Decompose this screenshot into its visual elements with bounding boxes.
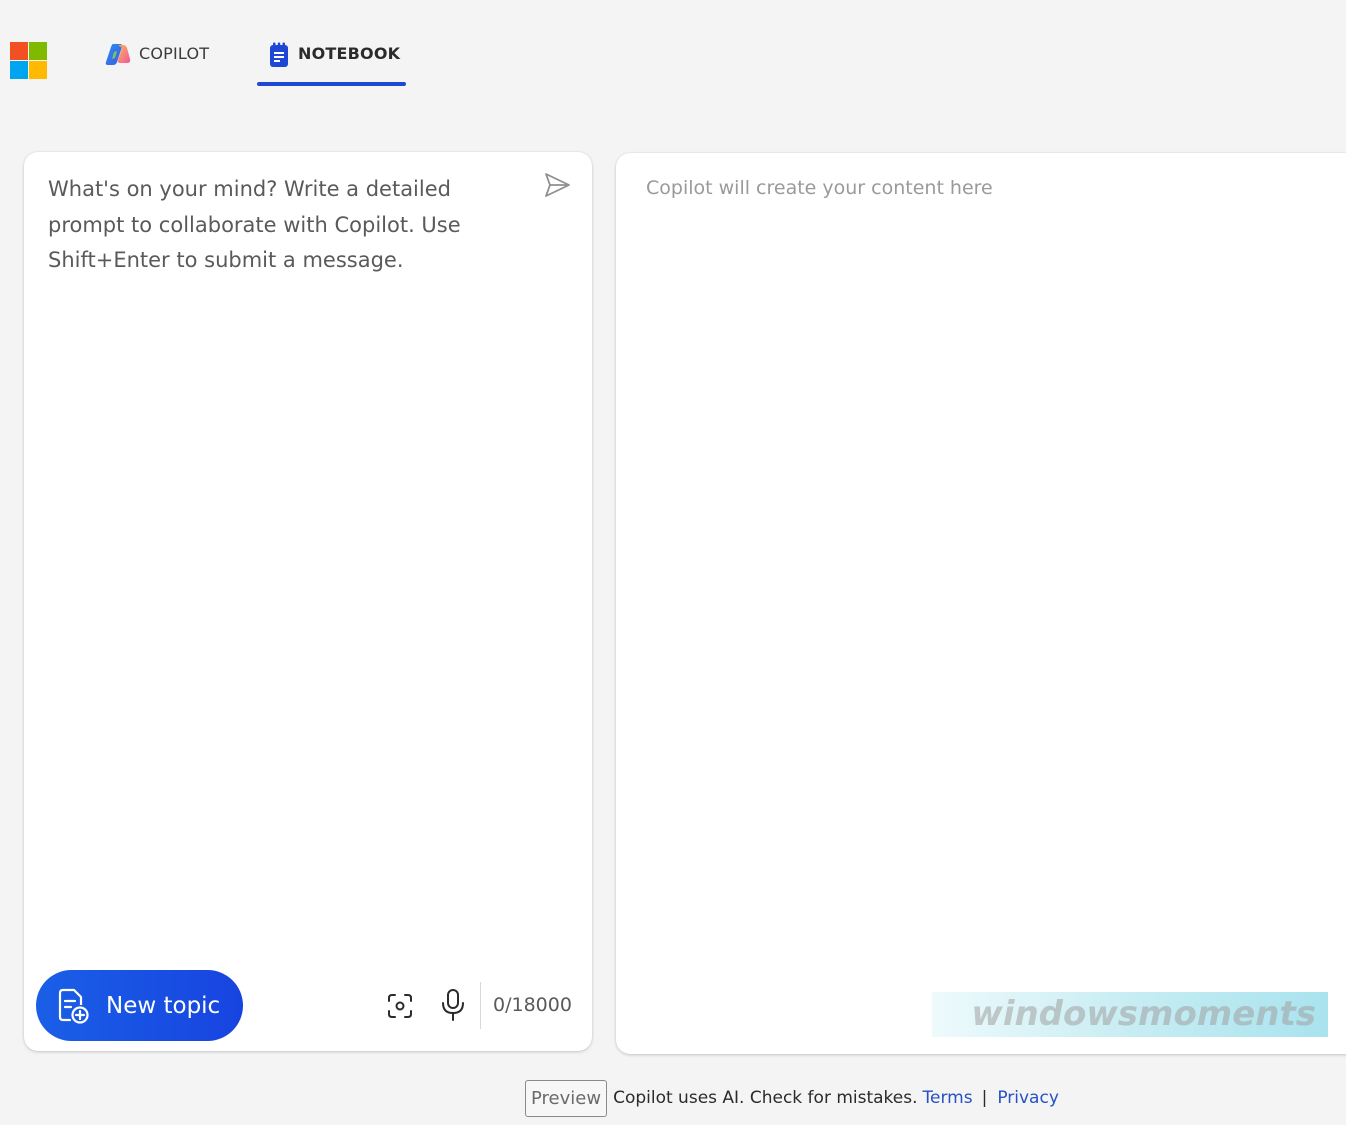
toolbar-divider: [480, 982, 481, 1029]
microphone-icon: [442, 989, 464, 1021]
new-topic-label: New topic: [106, 992, 221, 1019]
footer: Preview Copilot uses AI. Check for mista…: [525, 1079, 1059, 1117]
terms-link[interactable]: Terms: [923, 1088, 973, 1108]
active-tab-indicator: [257, 82, 406, 86]
footer-separator: |: [981, 1088, 988, 1108]
output-placeholder: Copilot will create your content here: [646, 177, 993, 199]
new-topic-button[interactable]: New topic: [36, 970, 243, 1041]
microphone-button[interactable]: [441, 988, 465, 1022]
ai-disclaimer: Copilot uses AI. Check for mistakes.: [613, 1088, 918, 1108]
screenshot-scan-button[interactable]: [386, 992, 414, 1020]
prompt-input[interactable]: [48, 172, 528, 292]
prompt-panel: New topic 0/18000: [24, 152, 592, 1051]
preview-badge: Preview: [525, 1079, 608, 1117]
privacy-link[interactable]: Privacy: [997, 1088, 1059, 1108]
character-count: 0/18000: [493, 994, 572, 1016]
new-topic-icon: [56, 988, 90, 1024]
send-icon: [545, 173, 570, 197]
top-navigation: COPILOT NOTEBOOK: [0, 0, 1346, 100]
tab-copilot[interactable]: COPILOT: [104, 36, 209, 86]
tab-notebook-label: NOTEBOOK: [298, 44, 401, 63]
notebook-icon: [269, 42, 289, 72]
output-panel: Copilot will create your content here wi…: [616, 153, 1346, 1054]
tab-notebook[interactable]: NOTEBOOK: [257, 36, 406, 86]
microsoft-logo-icon[interactable]: [10, 42, 47, 79]
screenshot-scan-icon: [388, 994, 412, 1018]
watermark: windowsmoments: [932, 992, 1328, 1037]
copilot-logo-icon: [104, 42, 131, 71]
send-button[interactable]: [542, 170, 574, 202]
tab-copilot-label: COPILOT: [139, 44, 210, 63]
